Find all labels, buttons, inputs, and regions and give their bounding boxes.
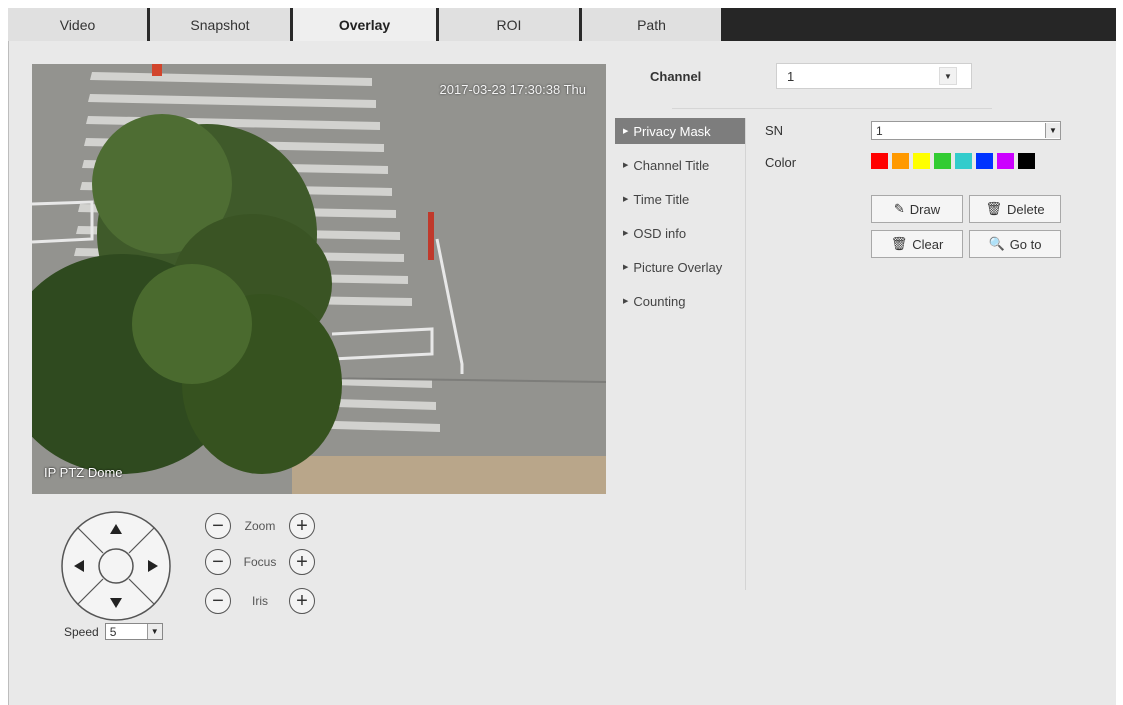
goto-label: Go to xyxy=(1009,236,1042,252)
tab-label: Overlay xyxy=(338,16,391,33)
caret-right-icon: ▶ xyxy=(623,230,629,237)
goto-button[interactable]: 🔍 Go to xyxy=(969,230,1061,258)
focus-plus-button[interactable]: + xyxy=(289,549,315,575)
video-timestamp: 2017-03-23 17:30:38 Thu xyxy=(439,82,587,97)
color-label: Color xyxy=(765,155,797,170)
color-swatch[interactable] xyxy=(892,153,909,169)
camera-title: IP PTZ Dome xyxy=(44,465,123,480)
overlay-submenu: ▶ Privacy Mask ▶ Channel Title ▶ Time Title… xyxy=(615,118,745,322)
caret-right-icon: ▶ xyxy=(623,298,629,305)
zoom-row: − Zoom + xyxy=(205,513,315,539)
caret-right-icon: ▶ xyxy=(623,162,629,169)
submenu-label: Privacy Mask xyxy=(633,123,711,139)
draw-button[interactable]: ✎ Draw xyxy=(871,195,963,223)
channel-value: 1 xyxy=(787,68,795,84)
speed-value: 5 xyxy=(109,624,117,639)
color-swatch[interactable] xyxy=(934,153,951,169)
caret-right-icon: ▶ xyxy=(623,196,629,203)
clear-button[interactable]: 🗑 Clear xyxy=(871,230,963,258)
color-swatch[interactable] xyxy=(1018,153,1035,169)
trash-icon: 🗑 xyxy=(890,236,908,251)
video-preview[interactable]: 2017-03-23 17:30:38 Thu IP PTZ Dome xyxy=(32,64,606,494)
submenu-label: Channel Title xyxy=(633,157,710,173)
color-swatch[interactable] xyxy=(871,153,888,169)
search-icon: 🔍 xyxy=(988,236,1005,251)
zoom-in-button[interactable]: + xyxy=(289,513,315,539)
edit-icon: ✎ xyxy=(893,201,905,216)
delete-button[interactable]: 🗑 Delete xyxy=(969,195,1061,223)
tab-video[interactable]: Video xyxy=(8,8,147,41)
color-swatch[interactable] xyxy=(913,153,930,169)
channel-select[interactable]: 1 ▼ xyxy=(776,63,972,89)
submenu-item-osd-info[interactable]: ▶ OSD info xyxy=(615,220,745,246)
speed-label: Speed xyxy=(64,624,99,639)
tab-path[interactable]: Path xyxy=(579,8,721,41)
speed-control: Speed 5 ▼ xyxy=(64,623,163,640)
focus-label: Focus xyxy=(243,555,277,569)
iris-plus-button[interactable]: + xyxy=(289,588,315,614)
focus-row: − Focus + xyxy=(205,549,315,575)
draw-label: Draw xyxy=(909,201,941,217)
color-swatch[interactable] xyxy=(955,153,972,169)
tab-label: ROI xyxy=(496,16,522,33)
caret-right-icon: ▶ xyxy=(623,128,629,135)
divider xyxy=(672,108,992,109)
iris-row: − Iris + xyxy=(205,588,315,614)
submenu-item-privacy-mask[interactable]: ▶ Privacy Mask xyxy=(615,118,745,144)
chevron-down-icon[interactable]: ▼ xyxy=(146,624,162,639)
submenu-item-time-title[interactable]: ▶ Time Title xyxy=(615,186,745,212)
submenu-label: OSD info xyxy=(633,225,687,241)
tab-label: Snapshot xyxy=(190,16,250,33)
speed-select[interactable]: 5 ▼ xyxy=(104,623,163,640)
color-palette xyxy=(871,153,1039,169)
chevron-down-icon[interactable]: ▼ xyxy=(1045,123,1060,138)
submenu-item-counting[interactable]: ▶ Counting xyxy=(615,288,745,314)
trash-icon: 🗑 xyxy=(985,201,1002,216)
zoom-out-button[interactable]: − xyxy=(205,513,231,539)
iris-minus-button[interactable]: − xyxy=(205,588,231,614)
tab-overlay[interactable]: Overlay xyxy=(290,8,436,41)
tab-label: Path xyxy=(637,16,666,33)
sn-label: SN xyxy=(765,123,784,138)
tab-roi[interactable]: ROI xyxy=(436,8,579,41)
ptz-direction-pad xyxy=(61,511,171,621)
color-swatch[interactable] xyxy=(997,153,1014,169)
iris-label: Iris xyxy=(252,594,268,608)
clear-label: Clear xyxy=(912,236,944,252)
zoom-label: Zoom xyxy=(244,519,276,533)
focus-minus-button[interactable]: − xyxy=(205,549,231,575)
submenu-label: Time Title xyxy=(633,191,690,207)
sn-value: 1 xyxy=(876,123,883,138)
submenu-label: Picture Overlay xyxy=(633,259,723,275)
ptz-center-button[interactable] xyxy=(98,548,134,584)
submenu-item-picture-overlay[interactable]: ▶ Picture Overlay xyxy=(615,254,745,280)
color-swatch[interactable] xyxy=(976,153,993,169)
tab-snapshot[interactable]: Snapshot xyxy=(147,8,290,41)
tab-label: Video xyxy=(59,16,96,33)
submenu-divider xyxy=(745,118,746,590)
submenu-item-channel-title[interactable]: ▶ Channel Title xyxy=(615,152,745,178)
camera-scene-image xyxy=(32,64,606,494)
caret-right-icon: ▶ xyxy=(623,264,629,271)
chevron-down-icon[interactable]: ▼ xyxy=(939,67,957,85)
sn-select[interactable]: 1 ▼ xyxy=(871,121,1061,140)
submenu-label: Counting xyxy=(633,293,686,309)
channel-label: Channel xyxy=(650,69,702,84)
delete-label: Delete xyxy=(1006,201,1045,217)
